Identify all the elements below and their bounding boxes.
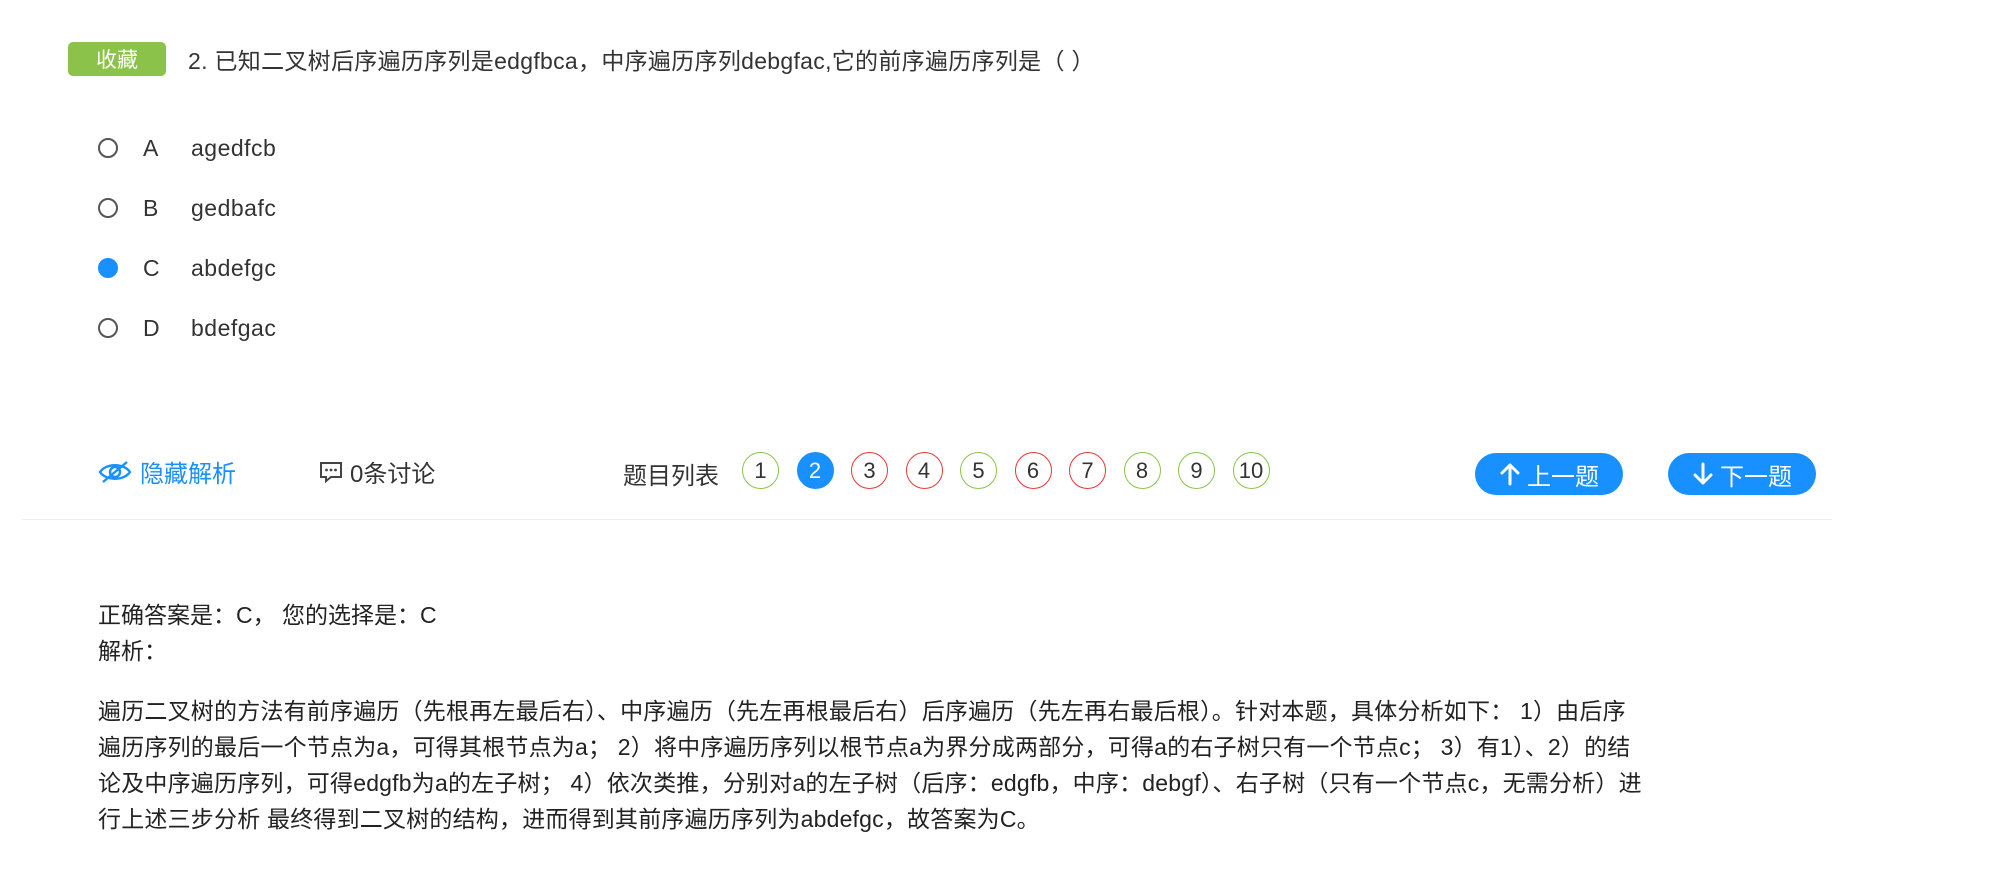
question-toolbar: 隐藏解析 0条讨论 题目列表 1 2 3 4 5 6 7 8 9 10 上一题 … bbox=[0, 448, 1996, 498]
question-number-9[interactable]: 9 bbox=[1178, 452, 1215, 489]
option-letter: D bbox=[143, 314, 160, 341]
option-text: abdefgc bbox=[191, 254, 277, 281]
options-list: A agedfcb B gedbafc C abdefgc D bdefgac bbox=[98, 118, 276, 358]
question-list-label: 题目列表 bbox=[623, 463, 719, 490]
question-number-7[interactable]: 7 bbox=[1069, 452, 1106, 489]
question-header: 收藏 2. 已知二叉树后序遍历序列是edgfbca，中序遍历序列debgfac,… bbox=[68, 42, 1095, 76]
analysis-line: 行上述三步分析 最终得到二叉树的结构，进而得到其前序遍历序列为abdefgc，故… bbox=[98, 806, 1040, 832]
hide-analysis-button[interactable]: 隐藏解析 bbox=[98, 454, 236, 489]
discussion-label: 0条讨论 bbox=[350, 461, 436, 488]
question-number-10[interactable]: 10 bbox=[1232, 452, 1270, 489]
option-letter: B bbox=[143, 194, 159, 221]
radio-unchecked-icon[interactable] bbox=[98, 318, 118, 338]
question-number-list: 1 2 3 4 5 6 7 8 9 10 bbox=[742, 452, 1287, 489]
question-number-1[interactable]: 1 bbox=[742, 452, 779, 489]
comment-icon bbox=[320, 461, 342, 483]
question-number-4[interactable]: 4 bbox=[905, 452, 943, 489]
option-letter: A bbox=[143, 134, 159, 161]
answer-result-line: 正确答案是：C， 您的选择是：C bbox=[98, 602, 437, 628]
discussion-button[interactable]: 0条讨论 bbox=[318, 454, 435, 489]
favorite-button[interactable]: 收藏 bbox=[68, 42, 166, 76]
option-text: agedfcb bbox=[191, 134, 277, 161]
analysis-label: 解析： bbox=[98, 638, 167, 664]
question-text: 2. 已知二叉树后序遍历序列是edgfbca，中序遍历序列debgfac,它的前… bbox=[188, 48, 1095, 74]
analysis-text: 遍历二叉树的方法有前序遍历（先根再左最后右）、中序遍历（先左再根最后右）后序遍历… bbox=[98, 693, 1838, 837]
option-d[interactable]: D bdefgac bbox=[98, 298, 276, 358]
option-letter: C bbox=[143, 254, 160, 281]
option-text: bdefgac bbox=[191, 314, 277, 341]
arrow-up-icon bbox=[1500, 463, 1520, 486]
radio-checked-icon[interactable] bbox=[98, 258, 118, 278]
next-question-label: 下一题 bbox=[1720, 463, 1792, 491]
hide-analysis-label: 隐藏解析 bbox=[140, 461, 236, 488]
section-divider bbox=[22, 519, 1832, 520]
question-number-6[interactable]: 6 bbox=[1014, 452, 1052, 489]
next-question-button[interactable]: 下一题 bbox=[1668, 453, 1816, 495]
option-text: gedbafc bbox=[191, 194, 277, 221]
option-a[interactable]: A agedfcb bbox=[98, 118, 276, 178]
question-number-5[interactable]: 5 bbox=[960, 452, 997, 489]
radio-unchecked-icon[interactable] bbox=[98, 198, 118, 218]
analysis-line: 遍历二叉树的方法有前序遍历（先根再左最后右）、中序遍历（先左再根最后右）后序遍历… bbox=[98, 698, 1626, 724]
option-b[interactable]: B gedbafc bbox=[98, 178, 276, 238]
question-number-8[interactable]: 8 bbox=[1123, 452, 1161, 489]
question-number-3[interactable]: 3 bbox=[851, 452, 888, 489]
analysis-line: 遍历序列的最后一个节点为a，可得其根节点为a； 2）将中序遍历序列以根节点a为界… bbox=[98, 734, 1631, 760]
option-c[interactable]: C abdefgc bbox=[98, 238, 276, 298]
analysis-line: 论及中序遍历序列，可得edgfb为a的左子树； 4）依次类推，分别对a的左子树（… bbox=[98, 770, 1642, 796]
question-number-2[interactable]: 2 bbox=[796, 452, 834, 489]
prev-question-label: 上一题 bbox=[1527, 463, 1599, 491]
radio-unchecked-icon[interactable] bbox=[98, 138, 118, 158]
prev-question-button[interactable]: 上一题 bbox=[1475, 453, 1623, 495]
arrow-down-icon bbox=[1693, 462, 1713, 485]
eye-icon bbox=[98, 460, 132, 483]
answer-summary: 正确答案是：C， 您的选择是：C 解析： bbox=[98, 597, 437, 669]
